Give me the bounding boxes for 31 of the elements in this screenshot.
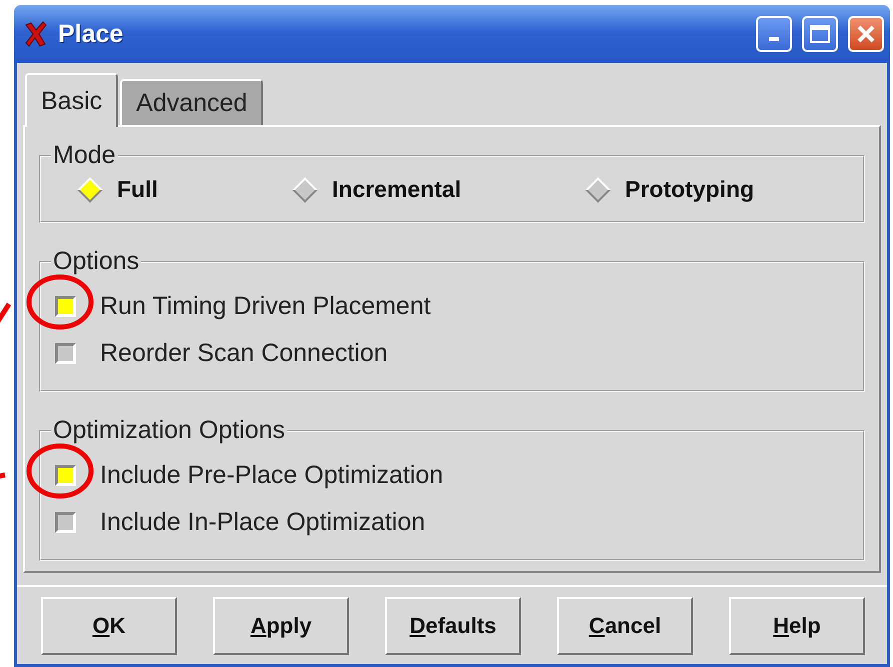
radio-button[interactable]: Incremental xyxy=(292,176,585,203)
checkbox[interactable] xyxy=(55,343,76,364)
group-title: Mode xyxy=(52,141,117,170)
dialog-button[interactable]: OK xyxy=(41,596,177,654)
group-title: Optimization Options xyxy=(52,416,286,445)
dialog-button[interactable]: Defaults xyxy=(385,596,521,654)
checkbox-label[interactable]: Include Pre-Place Optimization xyxy=(100,461,444,490)
checkbox-label[interactable]: Reorder Scan Connection xyxy=(100,339,388,368)
checkbox-label[interactable]: Include In-Place Optimization xyxy=(100,508,426,537)
minimize-icon xyxy=(769,37,779,41)
checkbox-label[interactable]: Run Timing Driven Placement xyxy=(100,292,431,321)
maximize-button[interactable] xyxy=(802,16,838,52)
dialog-button[interactable]: Help xyxy=(729,596,865,654)
window-title: Place xyxy=(58,20,124,48)
x-logo-icon xyxy=(24,21,48,47)
dialog-button[interactable]: Cancel xyxy=(557,596,693,654)
close-button[interactable] xyxy=(848,16,884,52)
radio-button[interactable]: Full xyxy=(77,176,292,203)
maximize-icon xyxy=(809,24,831,44)
checkbox[interactable] xyxy=(55,465,76,486)
radio-button[interactable]: Prototyping xyxy=(585,176,845,203)
highlight-circle xyxy=(26,274,94,330)
close-icon xyxy=(855,23,877,45)
checkbox[interactable] xyxy=(55,512,76,533)
checkbox[interactable] xyxy=(55,296,76,317)
minimize-button[interactable] xyxy=(756,16,792,52)
highlight-circle xyxy=(26,444,94,498)
group-title: Options xyxy=(52,247,140,276)
tab[interactable]: Advanced xyxy=(120,79,264,125)
dialog-button[interactable]: Apply xyxy=(213,596,349,654)
tab[interactable]: Basic xyxy=(25,73,118,127)
